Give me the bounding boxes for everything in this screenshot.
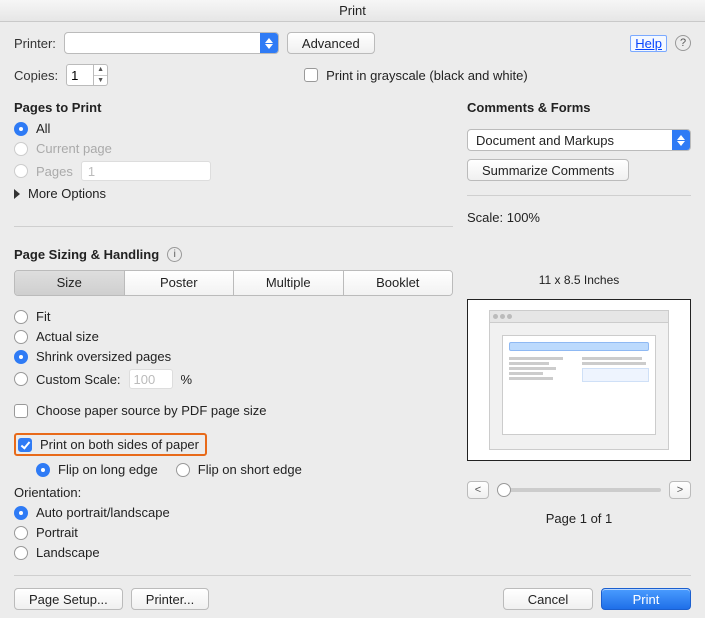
orient-auto-label: Auto portrait/landscape [36,505,170,520]
flip-long-radio[interactable] [36,463,50,477]
page-indicator: Page 1 of 1 [467,511,691,526]
pages-all-label: All [36,121,50,136]
disclosure-triangle-icon[interactable] [14,189,20,199]
advanced-button[interactable]: Advanced [287,32,375,54]
pages-range-label: Pages [36,164,73,179]
copies-input[interactable] [66,64,94,86]
orient-landscape-label: Landscape [36,545,100,560]
flip-short-radio[interactable] [176,463,190,477]
preview-frame [467,299,691,461]
orient-portrait-radio[interactable] [14,526,28,540]
scale-label: Scale: 100% [467,210,691,225]
orient-landscape-radio[interactable] [14,546,28,560]
seg-multiple[interactable]: Multiple [233,271,343,295]
next-page-button[interactable]: > [669,481,691,499]
choose-source-checkbox[interactable] [14,404,28,418]
comments-heading: Comments & Forms [467,100,691,115]
pages-current-radio[interactable] [14,142,28,156]
sizing-heading: Page Sizing & Handling [14,247,159,262]
duplex-highlight: Print on both sides of paper [14,433,207,456]
grayscale-label: Print in grayscale (black and white) [326,68,528,83]
custom-scale-input[interactable] [129,369,173,389]
more-options-label[interactable]: More Options [28,186,106,201]
custom-radio[interactable] [14,372,28,386]
page-slider[interactable] [497,488,661,492]
fit-label: Fit [36,309,50,324]
seg-booklet[interactable]: Booklet [343,271,453,295]
orient-portrait-label: Portrait [36,525,78,540]
shrink-label: Shrink oversized pages [36,349,171,364]
printer-button[interactable]: Printer... [131,588,209,610]
chevron-right-icon: > [677,484,683,496]
comments-select-value: Document and Markups [476,133,614,148]
actual-radio[interactable] [14,330,28,344]
pages-range-input[interactable] [81,161,211,181]
summarize-button[interactable]: Summarize Comments [467,159,629,181]
preview-dims: 11 x 8.5 Inches [467,273,691,287]
shrink-radio[interactable] [14,350,28,364]
copies-label: Copies: [14,68,58,83]
help-icon[interactable]: ? [675,35,691,51]
chevron-left-icon: < [475,484,481,496]
chevron-updown-icon [672,130,690,150]
chevron-updown-icon [260,33,278,53]
printer-label: Printer: [14,36,56,51]
orient-auto-radio[interactable] [14,506,28,520]
pages-heading: Pages to Print [14,100,453,115]
duplex-label: Print on both sides of paper [40,437,199,452]
print-button[interactable]: Print [601,588,691,610]
window-title: Print [0,0,705,22]
slider-thumb[interactable] [497,483,511,497]
prev-page-button[interactable]: < [467,481,489,499]
page-setup-button[interactable]: Page Setup... [14,588,123,610]
flip-long-label: Flip on long edge [58,462,158,477]
custom-label: Custom Scale: [36,372,121,387]
duplex-checkbox[interactable] [18,438,32,452]
help-link[interactable]: Help [630,35,667,52]
copies-stepper[interactable]: ▲ ▼ [94,64,108,86]
comments-select[interactable]: Document and Markups [467,129,691,151]
pages-current-label: Current page [36,141,112,156]
custom-unit: % [181,372,193,387]
seg-poster[interactable]: Poster [124,271,234,295]
printer-select[interactable] [64,32,279,54]
orientation-heading: Orientation: [14,485,453,500]
cancel-button[interactable]: Cancel [503,588,593,610]
seg-size[interactable]: Size [15,271,124,295]
pages-range-radio[interactable] [14,164,28,178]
flip-short-label: Flip on short edge [198,462,302,477]
actual-label: Actual size [36,329,99,344]
grayscale-checkbox[interactable] [304,68,318,82]
choose-source-label: Choose paper source by PDF page size [36,403,267,418]
chevron-down-icon: ▼ [94,76,107,86]
info-icon[interactable]: i [167,247,182,262]
chevron-up-icon: ▲ [94,65,107,76]
fit-radio[interactable] [14,310,28,324]
pages-all-radio[interactable] [14,122,28,136]
sizing-segmented[interactable]: Size Poster Multiple Booklet [14,270,453,296]
preview-thumbnail [489,310,669,450]
